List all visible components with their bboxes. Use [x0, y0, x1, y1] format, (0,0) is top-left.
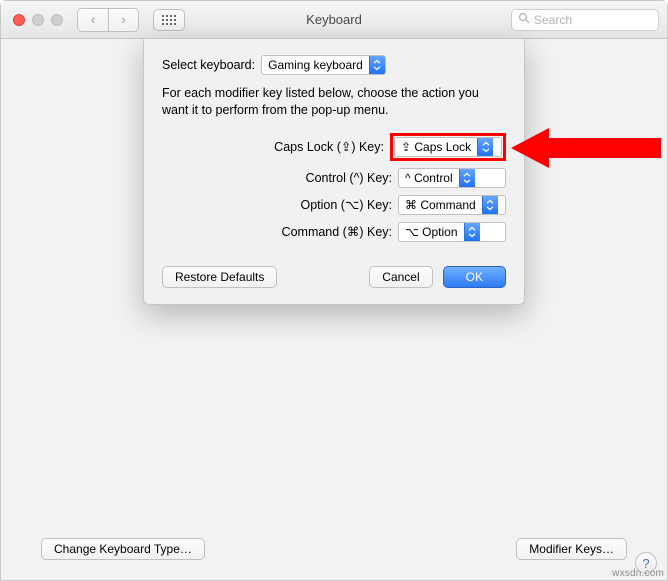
- ok-button[interactable]: OK: [443, 266, 506, 288]
- back-button[interactable]: ‹: [78, 9, 108, 31]
- keyboard-select[interactable]: Gaming keyboard: [261, 55, 386, 75]
- change-keyboard-type-button[interactable]: Change Keyboard Type…: [41, 538, 205, 560]
- chevron-updown-icon: [464, 223, 480, 241]
- dialog-instructions: For each modifier key listed below, choo…: [162, 85, 506, 119]
- modifier-row-control: Control (^) Key: ^ Control: [162, 168, 506, 188]
- chevron-updown-icon: [477, 138, 493, 156]
- modifier-keys-button[interactable]: Modifier Keys…: [516, 538, 627, 560]
- modifier-row-option: Option (⌥) Key: ⌘ Command: [162, 195, 506, 215]
- chevron-updown-icon: [482, 196, 498, 214]
- nav-buttons: ‹ ›: [77, 8, 139, 32]
- show-all-button[interactable]: [153, 9, 185, 31]
- modifier-label-option: Option (⌥) Key:: [300, 197, 392, 212]
- modifier-select-value-command: ⌥ Option: [399, 223, 464, 241]
- select-keyboard-label: Select keyboard:: [162, 58, 255, 72]
- restore-defaults-button[interactable]: Restore Defaults: [162, 266, 277, 288]
- arrow-callout-icon: [511, 126, 661, 173]
- highlight-box: ⇪ Caps Lock: [390, 133, 506, 161]
- modifier-select-control[interactable]: ^ Control: [398, 168, 506, 188]
- modifier-select-command[interactable]: ⌥ Option: [398, 222, 506, 242]
- modifier-label-caps-lock: Caps Lock (⇪) Key:: [274, 139, 384, 154]
- modifier-label-control: Control (^) Key:: [306, 171, 392, 185]
- search-field[interactable]: [511, 9, 659, 31]
- minimize-icon: [32, 14, 44, 26]
- chevron-updown-icon: [369, 56, 385, 74]
- bottom-button-bar: Change Keyboard Type… Modifier Keys…: [41, 538, 627, 560]
- modifier-row-command: Command (⌘) Key: ⌥ Option: [162, 222, 506, 242]
- window-controls: [9, 14, 63, 26]
- modifier-row-caps-lock: Caps Lock (⇪) Key: ⇪ Caps Lock: [162, 133, 506, 161]
- titlebar: ‹ › Keyboard: [1, 1, 667, 39]
- search-input[interactable]: [534, 13, 652, 27]
- close-icon[interactable]: [13, 14, 25, 26]
- preferences-window: ‹ › Keyboard Select keyboard: Gaming key…: [0, 0, 668, 581]
- modifier-select-value-caps-lock: ⇪ Caps Lock: [395, 138, 477, 156]
- modifier-select-value-option: ⌘ Command: [399, 196, 482, 214]
- forward-button[interactable]: ›: [108, 9, 138, 31]
- watermark: wxsdn.com: [612, 568, 664, 579]
- cancel-button[interactable]: Cancel: [369, 266, 432, 288]
- keyboard-select-value: Gaming keyboard: [262, 56, 369, 74]
- modifier-select-option[interactable]: ⌘ Command: [398, 195, 506, 215]
- search-icon: [518, 12, 530, 27]
- modifier-select-value-control: ^ Control: [399, 169, 459, 187]
- modifier-rows: Caps Lock (⇪) Key: ⇪ Caps Lock Control (^)…: [162, 133, 506, 242]
- chevron-updown-icon: [459, 169, 475, 187]
- modifier-select-caps-lock[interactable]: ⇪ Caps Lock: [394, 137, 502, 157]
- grid-icon: [162, 15, 176, 25]
- content-area: Select keyboard: Gaming keyboard For eac…: [1, 39, 667, 580]
- maximize-icon: [51, 14, 63, 26]
- modifier-keys-dialog: Select keyboard: Gaming keyboard For eac…: [143, 38, 525, 305]
- window-title: Keyboard: [306, 12, 362, 27]
- modifier-label-command: Command (⌘) Key:: [282, 224, 392, 239]
